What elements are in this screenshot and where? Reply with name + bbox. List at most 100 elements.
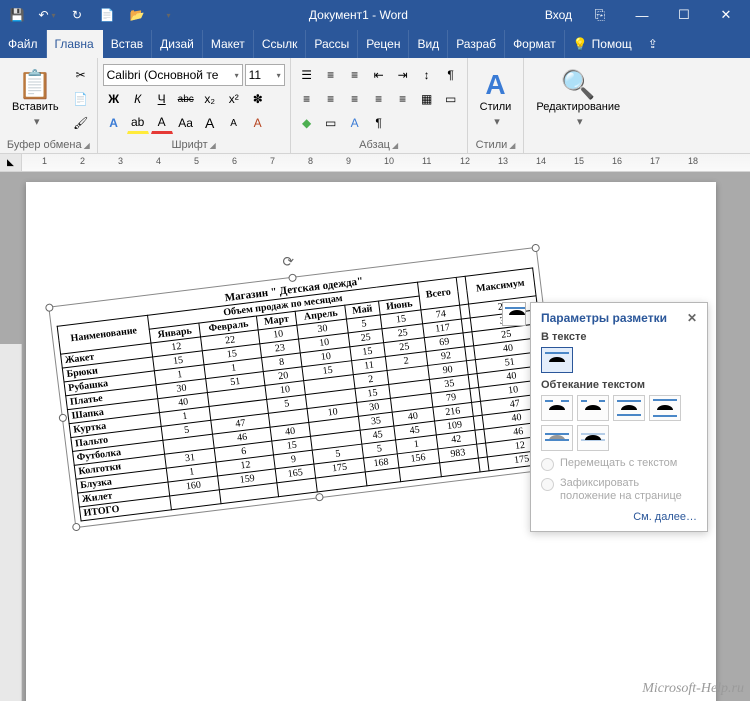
grow-font-button[interactable]: A <box>199 112 221 134</box>
align-right-button[interactable]: ≡ <box>344 88 366 110</box>
text-style-button[interactable]: A <box>103 112 125 134</box>
save-button[interactable]: 💾 <box>4 2 30 28</box>
align-left-button[interactable]: ≡ <box>296 88 318 110</box>
borders-button[interactable]: ▭ <box>440 88 462 110</box>
resize-handle[interactable] <box>45 303 54 312</box>
resize-handle[interactable] <box>72 523 81 532</box>
close-button[interactable]: ✕ <box>706 0 746 30</box>
effects-para-button[interactable]: A <box>344 112 366 134</box>
wrap-through-button[interactable] <box>613 395 645 421</box>
tab-файл[interactable]: Файл <box>0 30 47 58</box>
tell-me-label: Помощ <box>592 37 632 51</box>
ruler-vertical[interactable] <box>0 344 22 701</box>
maximize-button[interactable]: ☐ <box>664 0 704 30</box>
signin-button[interactable]: Вход <box>537 8 580 22</box>
pilcrow-button[interactable]: ¶ <box>440 64 462 86</box>
page[interactable]: ⟳ Магазин " Детская одежда"НаименованиеО… <box>26 182 716 701</box>
outline-button[interactable]: ▭ <box>320 112 342 134</box>
copy-button[interactable]: 📄 <box>70 88 92 110</box>
underline-button[interactable]: Ч <box>151 88 173 110</box>
styles-button[interactable]: A Стили ▾ <box>473 61 519 137</box>
document-area[interactable]: ⟳ Магазин " Детская одежда"НаименованиеО… <box>0 172 750 701</box>
subscript-button[interactable]: x₂ <box>199 88 221 110</box>
highlight-button[interactable]: ab <box>127 112 149 134</box>
dialog-launcher-icon[interactable]: ◢ <box>392 141 398 150</box>
minimize-button[interactable]: — <box>622 0 662 30</box>
dialog-launcher-icon[interactable]: ◢ <box>84 141 90 150</box>
font-size-select[interactable]: 11▾ <box>245 64 285 86</box>
shading-button[interactable]: ▦ <box>416 88 438 110</box>
see-more-link[interactable]: См. далее… <box>541 511 697 523</box>
group-font-label: Шрифт◢ <box>103 137 285 151</box>
resize-handle[interactable] <box>531 244 540 253</box>
tab-рассы[interactable]: Рассы <box>306 30 358 58</box>
ruler-mark: 16 <box>612 156 622 166</box>
wrap-tight-button[interactable] <box>577 395 609 421</box>
cut-button[interactable]: ✂ <box>70 64 92 86</box>
tab-ссылк[interactable]: Ссылк <box>254 30 307 58</box>
wrap-behind-button[interactable] <box>541 425 573 451</box>
resize-handle[interactable] <box>315 493 324 502</box>
bold-button[interactable]: Ж <box>103 88 125 110</box>
tab-главна[interactable]: Главна <box>47 30 103 58</box>
wrap-inline-button[interactable] <box>541 347 573 373</box>
ribbon-options-button[interactable]: ⎘ <box>580 0 620 30</box>
tab-вид[interactable]: Вид <box>409 30 448 58</box>
layout-options-anchor-button[interactable] <box>502 302 526 326</box>
resize-handle[interactable] <box>288 273 297 282</box>
font-color-button[interactable]: A <box>151 112 173 134</box>
indent-left-button[interactable]: ⇤ <box>368 64 390 86</box>
tab-рецен[interactable]: Рецен <box>358 30 409 58</box>
close-icon[interactable]: ✕ <box>687 311 697 325</box>
ruler-corner[interactable]: ◣ <box>0 154 22 171</box>
indent-right-button[interactable]: ⇥ <box>392 64 414 86</box>
change-case-button[interactable]: Aa <box>175 112 197 134</box>
line-spacing-button[interactable]: ≡ <box>392 88 414 110</box>
numbering-button[interactable]: ≡ <box>320 64 342 86</box>
wrap-square-button[interactable] <box>541 395 573 421</box>
bullets-button[interactable]: ☰ <box>296 64 318 86</box>
tab-формат[interactable]: Формат <box>505 30 565 58</box>
chevron-down-icon: ▾ <box>577 115 583 128</box>
multilevel-button[interactable]: ≡ <box>344 64 366 86</box>
tab-встав[interactable]: Встав <box>103 30 152 58</box>
rotate-handle-icon[interactable]: ⟳ <box>282 253 296 271</box>
superscript-button[interactable]: x² <box>223 88 245 110</box>
strike-button[interactable]: abc <box>175 88 197 110</box>
new-doc-button[interactable]: 📄 <box>94 2 120 28</box>
sort-button[interactable]: ↕ <box>416 64 438 86</box>
pilcrow2-button[interactable]: ¶ <box>368 112 390 134</box>
text-effects-button[interactable]: ✽ <box>247 88 269 110</box>
paste-button[interactable]: 📋 Вставить ▾ <box>5 61 66 137</box>
wrap-topbottom-button[interactable] <box>649 395 681 421</box>
qat-customize-button[interactable]: ▾ <box>154 2 180 28</box>
wrap-front-button[interactable] <box>577 425 609 451</box>
tab-дизай[interactable]: Дизай <box>152 30 203 58</box>
dialog-launcher-icon[interactable]: ◢ <box>509 141 515 150</box>
redo-button[interactable]: ↻ <box>64 2 90 28</box>
ruler-horizontal[interactable]: ◣ 123456789101112131415161718 <box>0 154 750 172</box>
paste-icon: 📋 <box>18 71 53 99</box>
styles-label: Стили <box>480 101 512 113</box>
italic-button[interactable]: К <box>127 88 149 110</box>
move-with-text-radio <box>541 458 554 471</box>
shrink-font-button[interactable]: A <box>223 112 245 134</box>
ruler-mark: 2 <box>80 156 85 166</box>
undo-button[interactable]: ↶▾ <box>34 2 60 28</box>
editing-button[interactable]: 🔍 Редактирование ▾ <box>529 61 627 137</box>
align-justify-button[interactable]: ≡ <box>368 88 390 110</box>
tell-me[interactable]: 💡Помощ <box>565 30 640 58</box>
resize-handle[interactable] <box>58 413 67 422</box>
open-button[interactable]: 📂 <box>124 2 150 28</box>
share-button[interactable]: ⇪ <box>640 30 666 58</box>
embedded-table-object[interactable]: ⟳ Магазин " Детская одежда"НаименованиеО… <box>55 254 557 522</box>
align-center-button[interactable]: ≡ <box>320 88 342 110</box>
font-name-select[interactable]: Calibri (Основной те▾ <box>103 64 243 86</box>
dialog-launcher-icon[interactable]: ◢ <box>210 141 216 150</box>
format-painter-button[interactable]: 🖌 <box>70 112 92 134</box>
clear-format-button[interactable]: A <box>247 112 269 134</box>
tab-макет[interactable]: Макет <box>203 30 254 58</box>
chevron-down-icon: ▾ <box>235 71 239 80</box>
fill-button[interactable]: ◆ <box>296 112 318 134</box>
tab-разраб[interactable]: Разраб <box>448 30 505 58</box>
